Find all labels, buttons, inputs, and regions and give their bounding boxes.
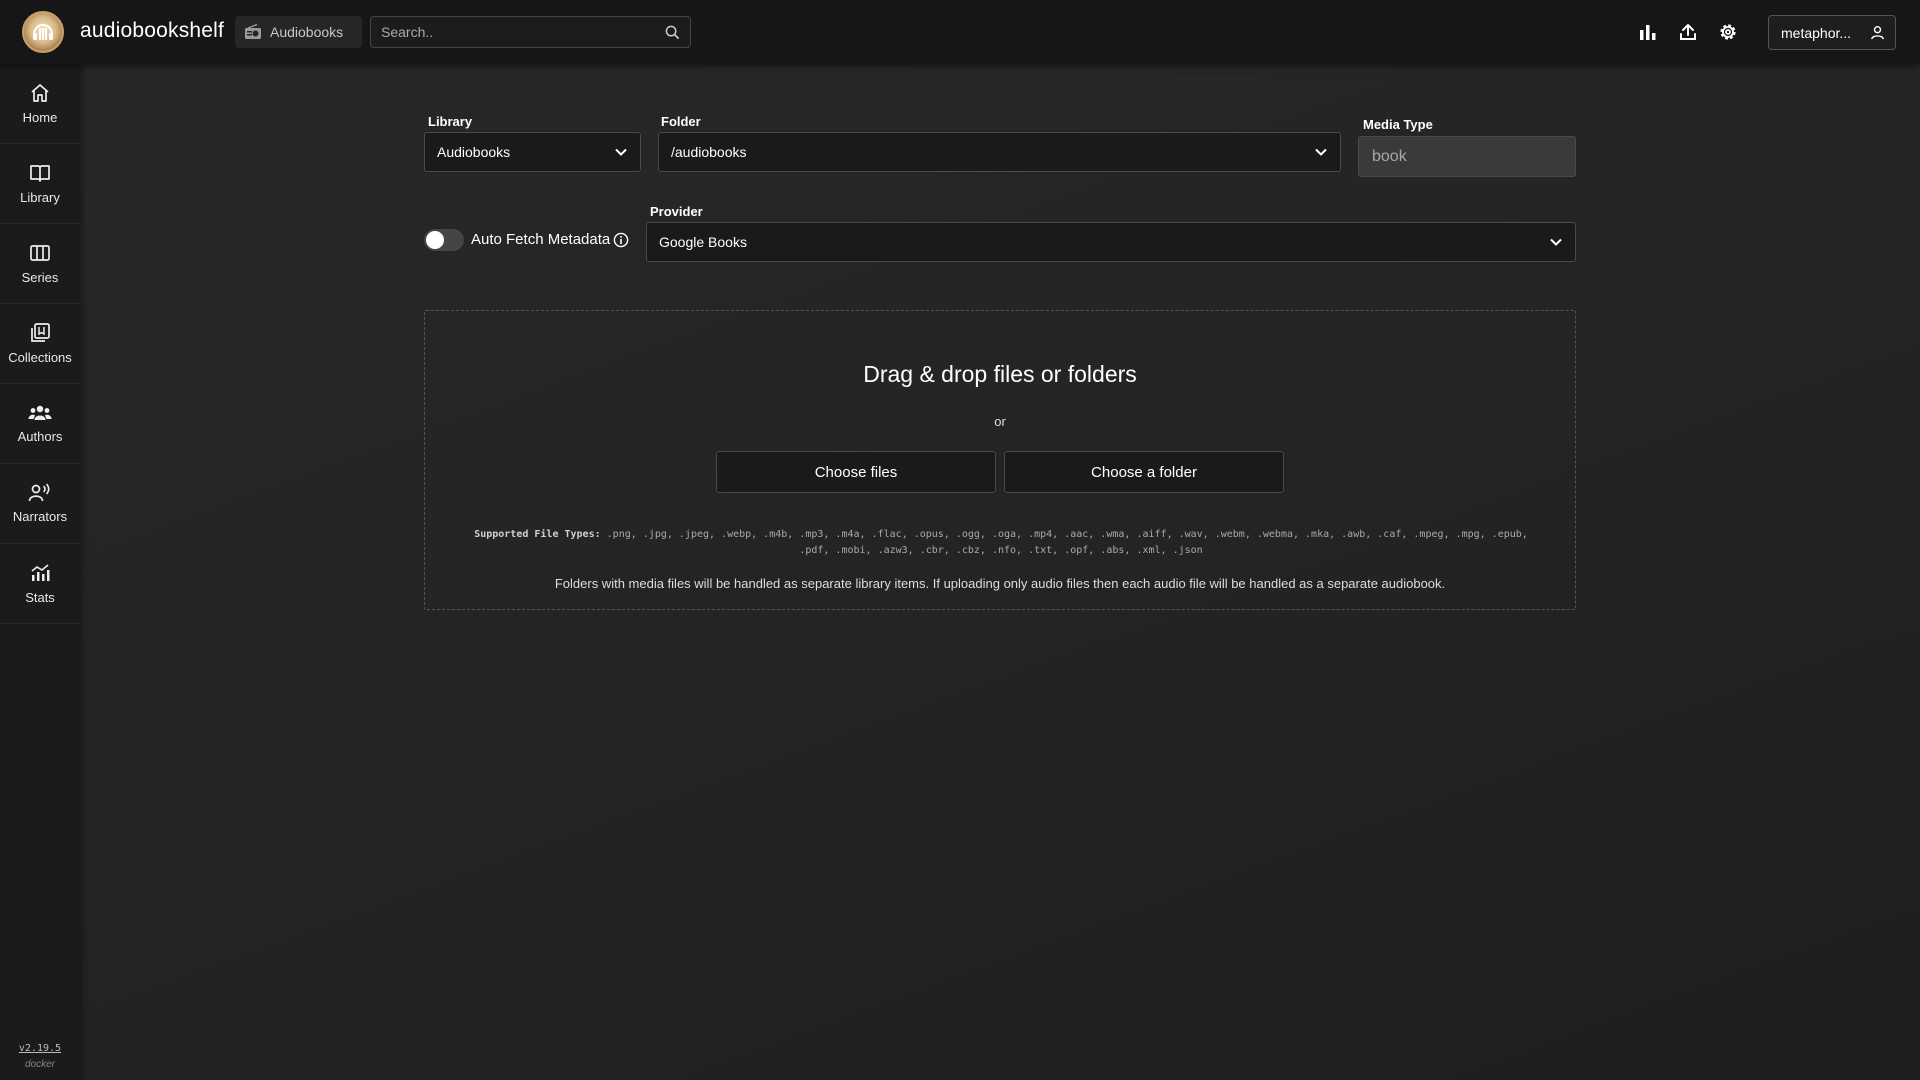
info-icon[interactable] [613,232,629,248]
sidebar-item-stats[interactable]: Stats [0,544,80,624]
drop-zone-or: or [994,414,1006,429]
supported-file-types-label: Supported File Types: [474,529,601,540]
library-selector[interactable]: Audiobooks [235,16,362,48]
narrator-icon [28,483,50,502]
user-icon [1871,25,1884,40]
toggle-knob [426,231,444,249]
sidebar-item-home[interactable]: Home [0,64,80,144]
sidebar-item-collections[interactable]: Collections [0,304,80,384]
sidebar-item-label: Series [21,270,59,285]
auto-fetch-toggle[interactable] [424,229,464,251]
search-box[interactable] [370,16,691,48]
build-label: docker [24,1059,55,1070]
provider-select-value: Google Books [659,234,747,250]
sidebar-item-label: Stats [25,590,55,605]
library-selector-label: Audiobooks [270,24,344,40]
sidebar-item-narrators[interactable]: Narrators [0,464,80,544]
choose-folder-button[interactable]: Choose a folder [1004,451,1284,493]
folder-select[interactable]: /audiobooks [658,132,1341,172]
sidebar-item-label: Narrators [12,509,68,524]
book-open-icon [30,165,50,182]
chevron-down-icon [1550,238,1562,246]
media-type-label: Media Type [1363,117,1433,132]
chevron-down-icon [1315,148,1327,156]
app-title[interactable]: audiobookshelf [80,19,224,43]
app-logo-icon[interactable] [22,11,64,53]
home-icon [31,84,49,102]
auto-fetch-label: Auto Fetch Metadata [471,231,611,248]
user-name: metaphor... [1781,24,1852,41]
folder-select-value: /audiobooks [671,144,747,160]
search-input[interactable] [381,24,665,40]
stats-bar-chart-icon[interactable] [1636,20,1660,44]
provider-select[interactable]: Google Books [646,222,1576,262]
collections-icon [31,323,50,342]
version-link[interactable]: v2.19.5 [0,1043,80,1054]
sidebar-item-label: Collections [8,350,72,365]
sidebar-item-label: Home [22,110,58,125]
main-content: Library Audiobooks Folder /audiobooks Me… [80,64,1920,1080]
folder-label: Folder [661,114,701,129]
library-select-value: Audiobooks [437,144,511,160]
drop-zone-title: Drag & drop files or folders [863,361,1137,387]
library-select[interactable]: Audiobooks [424,132,641,172]
upload-icon[interactable] [1676,20,1700,44]
provider-label: Provider [650,204,703,219]
supported-file-types-list: .png, .jpg, .jpeg, .webp, .m4b, .mp3, .m… [606,529,1528,556]
media-type-field: book [1358,136,1576,177]
chevron-down-icon [615,148,627,156]
supported-file-types: Supported File Types: .png, .jpg, .jpeg,… [465,527,1537,559]
radio-icon [245,24,261,39]
user-account-button[interactable]: metaphor... [1768,15,1896,50]
settings-gear-icon[interactable] [1716,20,1740,44]
sidebar-item-series[interactable]: Series [0,224,80,304]
top-bar: audiobookshelf Audiobooks Search.. metap… [0,0,1920,64]
library-label: Library [428,114,473,129]
sidebar-item-label: Authors [17,429,63,444]
search-icon[interactable] [665,25,680,40]
authors-icon [28,405,52,420]
choose-files-button[interactable]: Choose files [716,451,996,493]
drop-zone[interactable]: Drag & drop files or folders or Choose f… [424,310,1576,610]
columns-icon [30,245,50,261]
drop-zone-note: Folders with media files will be handled… [554,576,1446,591]
sidebar-item-label: Library [20,190,60,205]
sidebar: Home Library Series Collections Authors … [0,64,80,1080]
sidebar-item-library[interactable]: Library [0,144,80,224]
stats-icon [31,564,50,581]
sidebar-item-authors[interactable]: Authors [0,384,80,464]
